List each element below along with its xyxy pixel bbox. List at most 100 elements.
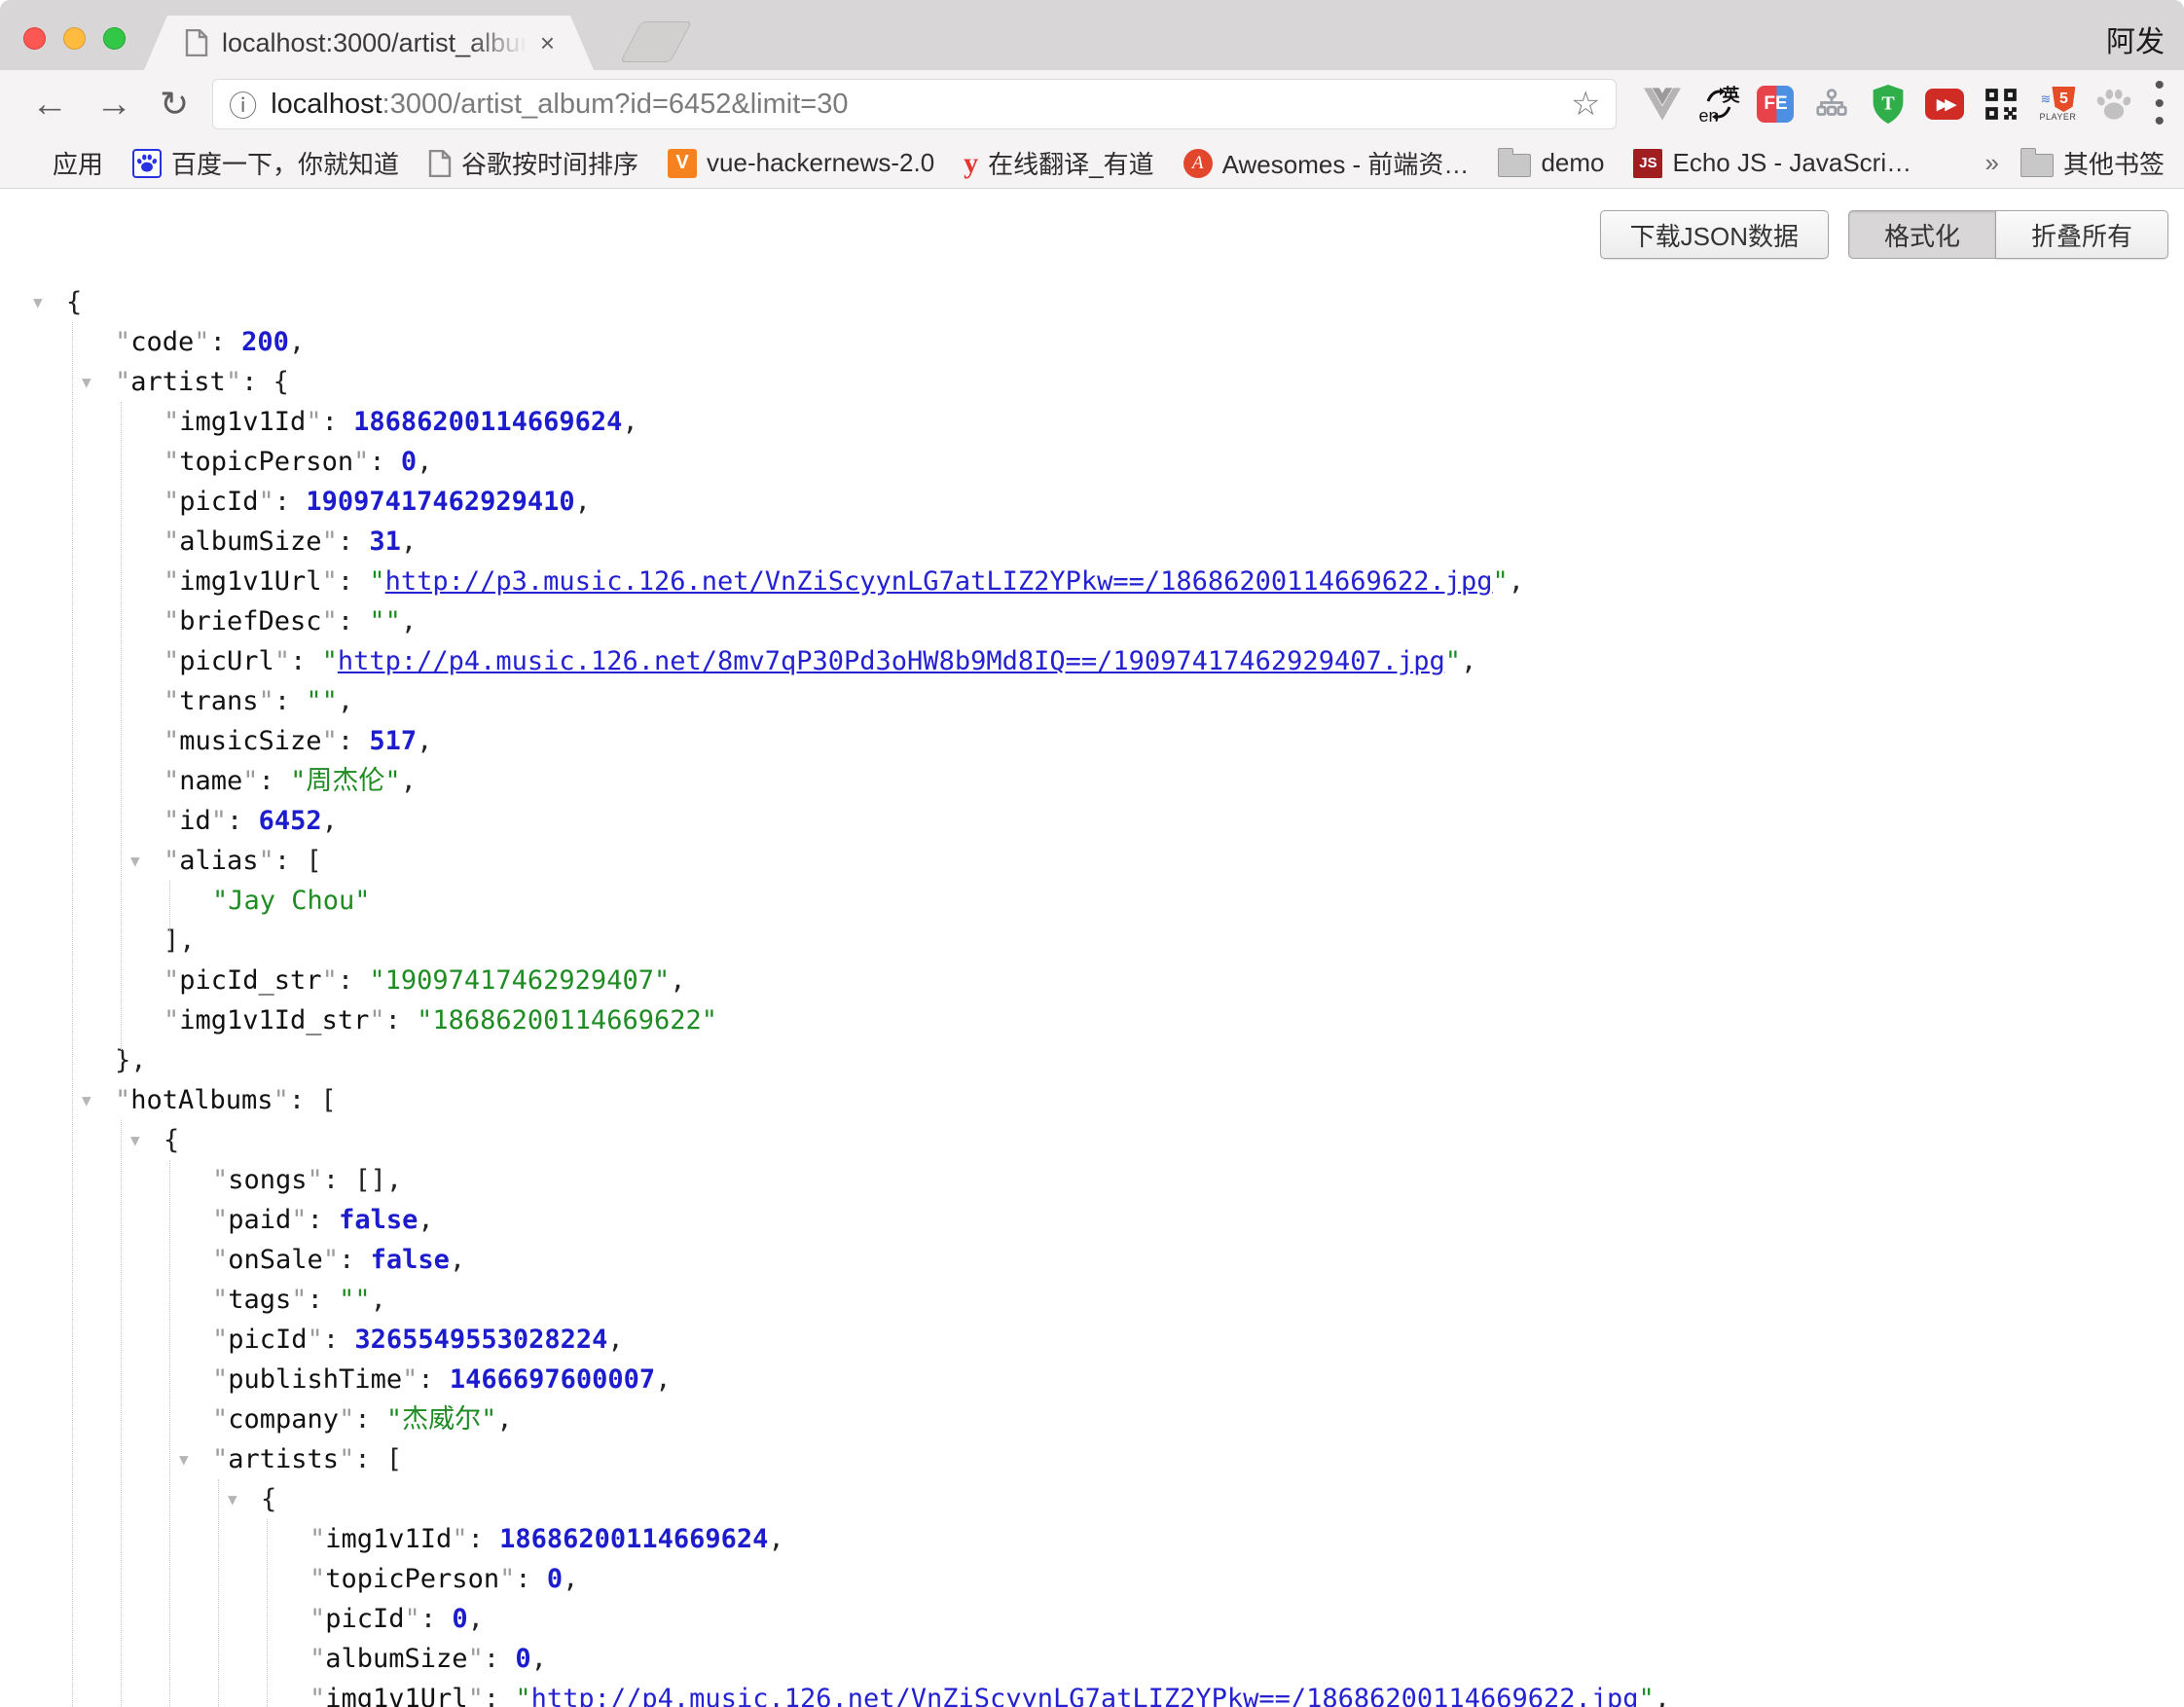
json-tree: ▼{"code": 200,▼"artist": {"img1v1Id": 18…	[0, 189, 2184, 1707]
baidu-paw-icon	[132, 149, 162, 178]
json-punctuation: ,	[401, 606, 417, 636]
fullscreen-window-icon[interactable]	[103, 27, 126, 50]
json-key-quote: "	[115, 367, 130, 397]
json-line: ▼"alias": [	[0, 841, 2184, 881]
url-host: localhost	[271, 89, 382, 121]
close-window-icon[interactable]	[23, 27, 46, 50]
bookmarks-overflow-chevron-icon[interactable]: »	[1985, 148, 1999, 178]
json-key-quote: "	[212, 1285, 228, 1315]
bookmark-item[interactable]: 百度一下，你就知道	[132, 145, 399, 181]
json-number-value: 18686200114669624	[499, 1524, 768, 1554]
json-key-quote: "	[369, 1005, 384, 1035]
json-key: img1v1Id	[325, 1524, 452, 1554]
json-line: "albumSize": 31,	[0, 522, 2184, 562]
bookmark-apps[interactable]: 应用	[19, 145, 103, 181]
bookmark-label: 在线翻译_有道	[988, 145, 1153, 181]
json-key: company	[228, 1404, 339, 1435]
json-key: picId	[179, 487, 258, 517]
forward-button[interactable]: →	[95, 86, 132, 123]
bookmark-item[interactable]: AAwesomes - 前端资…	[1183, 145, 1470, 181]
json-punctuation: :	[369, 447, 401, 477]
indent-guide	[169, 1160, 170, 1707]
json-string-value: "周杰伦"	[290, 766, 401, 796]
collapse-triangle-icon[interactable]: ▼	[228, 1479, 237, 1519]
json-punctuation: {	[261, 1484, 276, 1514]
json-punctuation: ,	[531, 1644, 547, 1674]
video-downloader-icon[interactable]: ▶▶	[1923, 83, 1966, 126]
vue-icon: V	[668, 149, 697, 178]
json-number-value: 0	[401, 447, 417, 477]
json-key-quote: "	[402, 1364, 418, 1395]
html5-player-icon[interactable]: ≋5PLAYER	[2036, 83, 2079, 126]
json-link-value[interactable]: http://p3.music.126.net/VnZiScyynLG7atLI…	[385, 566, 1493, 597]
json-key-quote: "	[274, 646, 290, 676]
browser-tab[interactable]: localhost:3000/artist_album?id ×	[144, 16, 594, 70]
bookmarks-bar: 应用 百度一下，你就知道谷歌按时间排序 Vvue-hackernews-2.0 y在…	[0, 138, 2184, 189]
json-key: id	[179, 806, 211, 836]
json-key: img1v1Url	[179, 566, 321, 597]
bookmark-item[interactable]: Vvue-hackernews-2.0	[668, 148, 934, 178]
json-key-quote: "	[164, 407, 179, 437]
json-line: "picId": 19097417462929410,	[0, 482, 2184, 522]
json-number-value: 6452	[259, 806, 322, 836]
json-punctuation: ,	[338, 686, 353, 716]
reload-button[interactable]: ↻	[160, 87, 189, 122]
json-link-value[interactable]: http://p4.music.126.net/VnZiScyynLG7atLI…	[531, 1684, 1639, 1707]
json-punctuation: :	[289, 1085, 321, 1115]
bookmark-label: Awesomes - 前端资…	[1222, 145, 1470, 181]
json-key-quote: "	[322, 527, 338, 557]
json-line: "onSale": false,	[0, 1240, 2184, 1280]
sitemap-icon[interactable]	[1810, 83, 1853, 126]
tampermonkey-icon[interactable]: T	[1867, 83, 1910, 126]
bookmark-item[interactable]: 谷歌按时间排序	[428, 145, 638, 181]
bookmark-item[interactable]: y在线翻译_有道	[964, 145, 1153, 181]
json-key: topicPerson	[179, 447, 353, 477]
collapse-triangle-icon[interactable]: ▼	[130, 1120, 140, 1160]
collapse-triangle-icon[interactable]: ▼	[33, 282, 43, 322]
json-line: ▼{	[0, 282, 2184, 322]
json-link-value[interactable]: http://p4.music.126.net/8mv7qP30Pd3oHW8b…	[338, 646, 1445, 676]
page-info-icon[interactable]: ⓘ	[229, 84, 257, 125]
collapse-triangle-icon[interactable]: ▼	[179, 1439, 189, 1479]
json-key: tags	[228, 1285, 291, 1315]
json-key-quote: "	[322, 726, 338, 756]
minimize-window-icon[interactable]	[63, 27, 86, 50]
collapse-triangle-icon[interactable]: ▼	[130, 841, 140, 881]
json-key-quote: "	[164, 965, 179, 996]
bookmark-item[interactable]: JSEcho JS - JavaScri…	[1633, 148, 1911, 178]
profile-name[interactable]: 阿发	[2106, 18, 2165, 60]
json-punctuation: {	[66, 287, 82, 317]
json-key: artist	[130, 367, 226, 397]
collapse-triangle-icon[interactable]: ▼	[82, 1080, 91, 1120]
bookmark-other-bookmarks[interactable]: 其他书签	[2020, 145, 2165, 181]
address-bar[interactable]: ⓘ localhost :3000/artist_album?id=6452&l…	[212, 79, 1617, 129]
json-key: picId_str	[179, 965, 321, 996]
json-line: ▼"artists": [	[0, 1439, 2184, 1479]
bookmark-star-icon[interactable]: ☆	[1571, 85, 1600, 124]
bookmark-item[interactable]: demo	[1498, 148, 1604, 178]
json-key-quote: "	[322, 566, 338, 597]
json-key: albumSize	[325, 1644, 467, 1674]
json-key-quote: "	[164, 1005, 179, 1035]
json-number-value: 200	[241, 327, 289, 357]
translate-icon[interactable]: 英en	[1697, 83, 1740, 126]
collapse-triangle-icon[interactable]: ▼	[82, 362, 91, 402]
json-string-quote: "	[1445, 646, 1461, 676]
json-number-value: 517	[369, 726, 417, 756]
paw-icon[interactable]	[2093, 83, 2135, 126]
back-button[interactable]: ←	[31, 86, 68, 123]
bookmark-label: 其他书签	[2063, 145, 2165, 181]
json-key: topicPerson	[325, 1564, 499, 1594]
json-key-quote: "	[468, 1684, 484, 1707]
json-key-quote: "	[212, 1325, 228, 1355]
json-punctuation: [	[386, 1444, 402, 1474]
qr-code-icon[interactable]	[1980, 83, 2022, 126]
browser-menu-icon[interactable]: •••	[2154, 77, 2165, 131]
json-line: "id": 6452,	[0, 801, 2184, 841]
tab-close-icon[interactable]: ×	[540, 30, 555, 55]
new-tab-button[interactable]	[620, 21, 692, 62]
json-key: briefDesc	[179, 606, 321, 636]
json-key-quote: "	[309, 1564, 325, 1594]
fe-icon[interactable]: FE	[1754, 83, 1797, 126]
vue-devtools-icon[interactable]	[1641, 83, 1684, 126]
